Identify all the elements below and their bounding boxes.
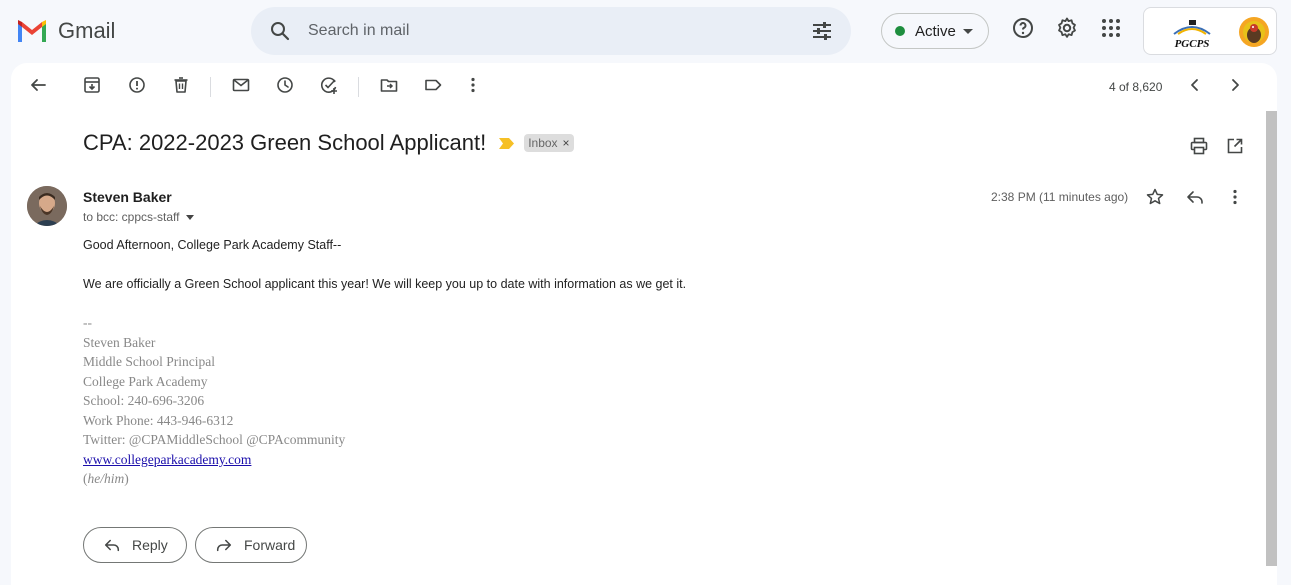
help-icon[interactable] xyxy=(1011,16,1035,40)
add-to-tasks-icon[interactable] xyxy=(319,75,339,95)
print-icon[interactable] xyxy=(1189,136,1209,156)
star-icon[interactable] xyxy=(1145,187,1165,207)
report-spam-icon[interactable] xyxy=(127,75,147,95)
forward-icon xyxy=(216,539,232,552)
pronouns-text: he/him xyxy=(87,471,125,486)
signature-work-phone: Work Phone: 443-946-6312 xyxy=(83,413,234,428)
back-arrow-icon[interactable] xyxy=(28,75,48,95)
recipients-toggle[interactable]: to bcc: cppcs-staff xyxy=(83,210,194,224)
mascot-avatar-icon xyxy=(1239,17,1269,47)
account-badge[interactable]: PGCPS xyxy=(1143,7,1277,55)
forward-button-label: Forward xyxy=(244,537,296,553)
more-vert-icon[interactable] xyxy=(463,75,483,95)
pagination-count: 4 of 8,620 xyxy=(1109,80,1163,94)
search-icon[interactable] xyxy=(268,19,292,43)
search-input[interactable]: Search in mail xyxy=(308,22,810,40)
reply-button-label: Reply xyxy=(132,537,168,553)
signature-school-phone: School: 240-696-3206 xyxy=(83,393,205,408)
message-timestamp: 2:38 PM (11 minutes ago) xyxy=(991,190,1129,204)
newer-chevron-left-icon[interactable] xyxy=(1185,75,1205,95)
signature-dashes: -- xyxy=(83,315,92,330)
status-dot xyxy=(895,26,905,36)
toolbar-divider xyxy=(358,77,359,97)
signature-website-row: www.collegeparkacademy.com xyxy=(83,452,251,468)
move-to-icon[interactable] xyxy=(379,75,399,95)
email-greeting: Good Afternoon, College Park Academy Sta… xyxy=(83,238,342,252)
status-selector[interactable]: Active xyxy=(881,13,989,49)
reply-icon xyxy=(104,539,120,552)
signature-title: Middle School Principal xyxy=(83,354,215,369)
message-panel: 4 of 8,620 CPA: 2022-2023 Green School A… xyxy=(11,63,1277,585)
app-name: Gmail xyxy=(58,18,116,43)
forward-button[interactable]: Forward xyxy=(195,527,307,563)
pronouns-close-paren: ) xyxy=(124,471,129,486)
reply-icon[interactable] xyxy=(1185,187,1205,207)
org-logo-text: PGCPS xyxy=(1174,38,1210,50)
chevron-down-icon xyxy=(185,214,194,220)
signature-website-link[interactable]: www.collegeparkacademy.com xyxy=(83,452,251,467)
sender-avatar[interactable] xyxy=(27,186,67,226)
signature-twitter: Twitter: @CPAMiddleSchool @CPAcommunity xyxy=(83,432,346,447)
open-in-new-window-icon[interactable] xyxy=(1225,136,1245,156)
subject-row: CPA: 2022-2023 Green School Applicant! I… xyxy=(83,130,574,156)
chevron-down-icon xyxy=(962,28,973,34)
email-body: We are officially a Green School applica… xyxy=(83,277,687,291)
email-subject: CPA: 2022-2023 Green School Applicant! xyxy=(83,130,487,155)
sender-name[interactable]: Steven Baker xyxy=(83,189,172,205)
message-toolbar: 4 of 8,620 xyxy=(11,63,1277,111)
remove-label-button[interactable]: × xyxy=(563,136,570,150)
recipients-text: to bcc: cppcs-staff xyxy=(83,210,180,224)
signature-pronouns: (he/him) xyxy=(83,471,129,487)
signature-org: College Park Academy xyxy=(83,374,208,389)
search-options-icon[interactable] xyxy=(810,19,834,43)
message-more-vert-icon[interactable] xyxy=(1225,187,1245,207)
archive-icon[interactable] xyxy=(82,75,102,95)
older-chevron-right-icon[interactable] xyxy=(1225,75,1245,95)
labels-icon[interactable] xyxy=(423,75,443,95)
search-bar[interactable]: Search in mail xyxy=(251,7,851,55)
gmail-m-icon xyxy=(18,20,46,42)
mark-unread-icon[interactable] xyxy=(231,75,251,95)
importance-marker-icon[interactable] xyxy=(499,137,515,149)
toolbar-divider xyxy=(210,77,211,97)
label-chip-inbox[interactable]: Inbox × xyxy=(524,134,574,152)
avatar-photo-icon xyxy=(27,186,67,226)
reply-button[interactable]: Reply xyxy=(83,527,187,563)
snooze-icon[interactable] xyxy=(275,75,295,95)
gmail-logo[interactable]: Gmail xyxy=(16,18,115,44)
delete-icon[interactable] xyxy=(171,75,191,95)
app-header: Gmail Search in mail Active PGCPS xyxy=(0,0,1291,64)
org-logo-graphic-icon xyxy=(1173,20,1211,35)
settings-icon[interactable] xyxy=(1055,16,1079,40)
scrollbar[interactable] xyxy=(1266,111,1277,566)
label-chip-text: Inbox xyxy=(528,136,558,150)
apps-grid-icon[interactable] xyxy=(1099,16,1123,40)
signature-name: Steven Baker xyxy=(83,335,156,350)
status-label: Active xyxy=(915,22,956,40)
org-logo: PGCPS xyxy=(1170,18,1214,50)
